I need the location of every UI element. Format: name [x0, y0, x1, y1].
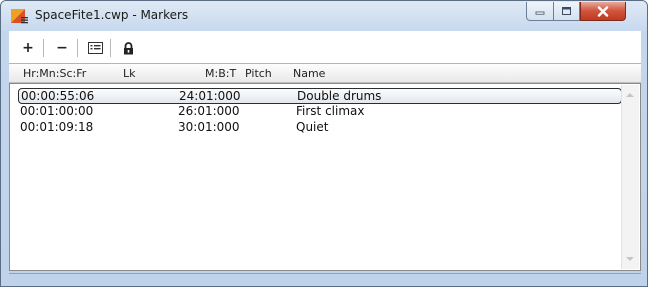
markers-toolbar: + −: [9, 31, 641, 64]
window-title: SpaceFite1.cwp - Markers: [35, 8, 189, 22]
marker-time: 00:01:09:18: [20, 120, 94, 134]
minimize-button[interactable]: [526, 2, 554, 21]
column-header-time[interactable]: Hr:Mn:Sc:Fr: [23, 67, 86, 80]
lock-icon: [123, 41, 133, 54]
window-bottom-border: [9, 273, 641, 282]
marker-name: Quiet: [296, 120, 329, 134]
column-header: Hr:Mn:Sc:Fr Lk M:B:T Pitch Name: [9, 64, 641, 83]
marker-row[interactable]: 00:01:09:18 30:01:000 Quiet: [18, 120, 622, 136]
add-icon: +: [22, 40, 34, 56]
marker-row[interactable]: 00:01:00:00 26:01:000 First climax: [18, 104, 622, 120]
markers-window: SpaceFite1.cwp - Markers + − Hr:Mn:Sc:Fr…: [0, 0, 648, 287]
marker-time: 00:00:55:06: [21, 89, 95, 103]
remove-icon: −: [56, 40, 68, 56]
close-icon: [597, 5, 609, 17]
vertical-scrollbar[interactable]: [621, 85, 639, 269]
add-marker-button[interactable]: +: [17, 38, 39, 58]
maximize-button[interactable]: [553, 2, 580, 21]
column-header-lock[interactable]: Lk: [123, 67, 136, 80]
close-button[interactable]: [580, 2, 626, 21]
marker-name: First climax: [296, 104, 365, 118]
column-header-mbt[interactable]: M:B:T: [205, 67, 236, 80]
marker-row[interactable]: 00:00:55:06 24:01:000 Double drums: [18, 88, 622, 104]
lock-marker-button[interactable]: [117, 38, 139, 58]
scroll-up-icon[interactable]: [626, 93, 634, 97]
toolbar-divider: [110, 39, 111, 57]
marker-mbt: 26:01:000: [178, 104, 240, 118]
toolbar-divider: [43, 39, 44, 57]
marker-properties-button[interactable]: [84, 38, 106, 58]
markers-list[interactable]: 00:00:55:06 24:01:000 Double drums 00:01…: [9, 83, 641, 271]
column-header-pitch[interactable]: Pitch: [245, 67, 272, 80]
maximize-icon: [562, 7, 571, 15]
title-bar[interactable]: SpaceFite1.cwp - Markers: [1, 1, 647, 31]
minimize-icon: [535, 11, 545, 15]
marker-mbt: 30:01:000: [178, 120, 240, 134]
delete-marker-button[interactable]: −: [51, 38, 73, 58]
column-header-name[interactable]: Name: [293, 67, 325, 80]
toolbar-divider: [77, 39, 78, 57]
properties-icon: [87, 42, 103, 54]
marker-name: Double drums: [297, 89, 382, 103]
scroll-down-icon[interactable]: [626, 257, 634, 261]
marker-mbt: 24:01:000: [179, 89, 241, 103]
cakewalk-project-icon: [11, 9, 28, 24]
marker-time: 00:01:00:00: [20, 104, 94, 118]
